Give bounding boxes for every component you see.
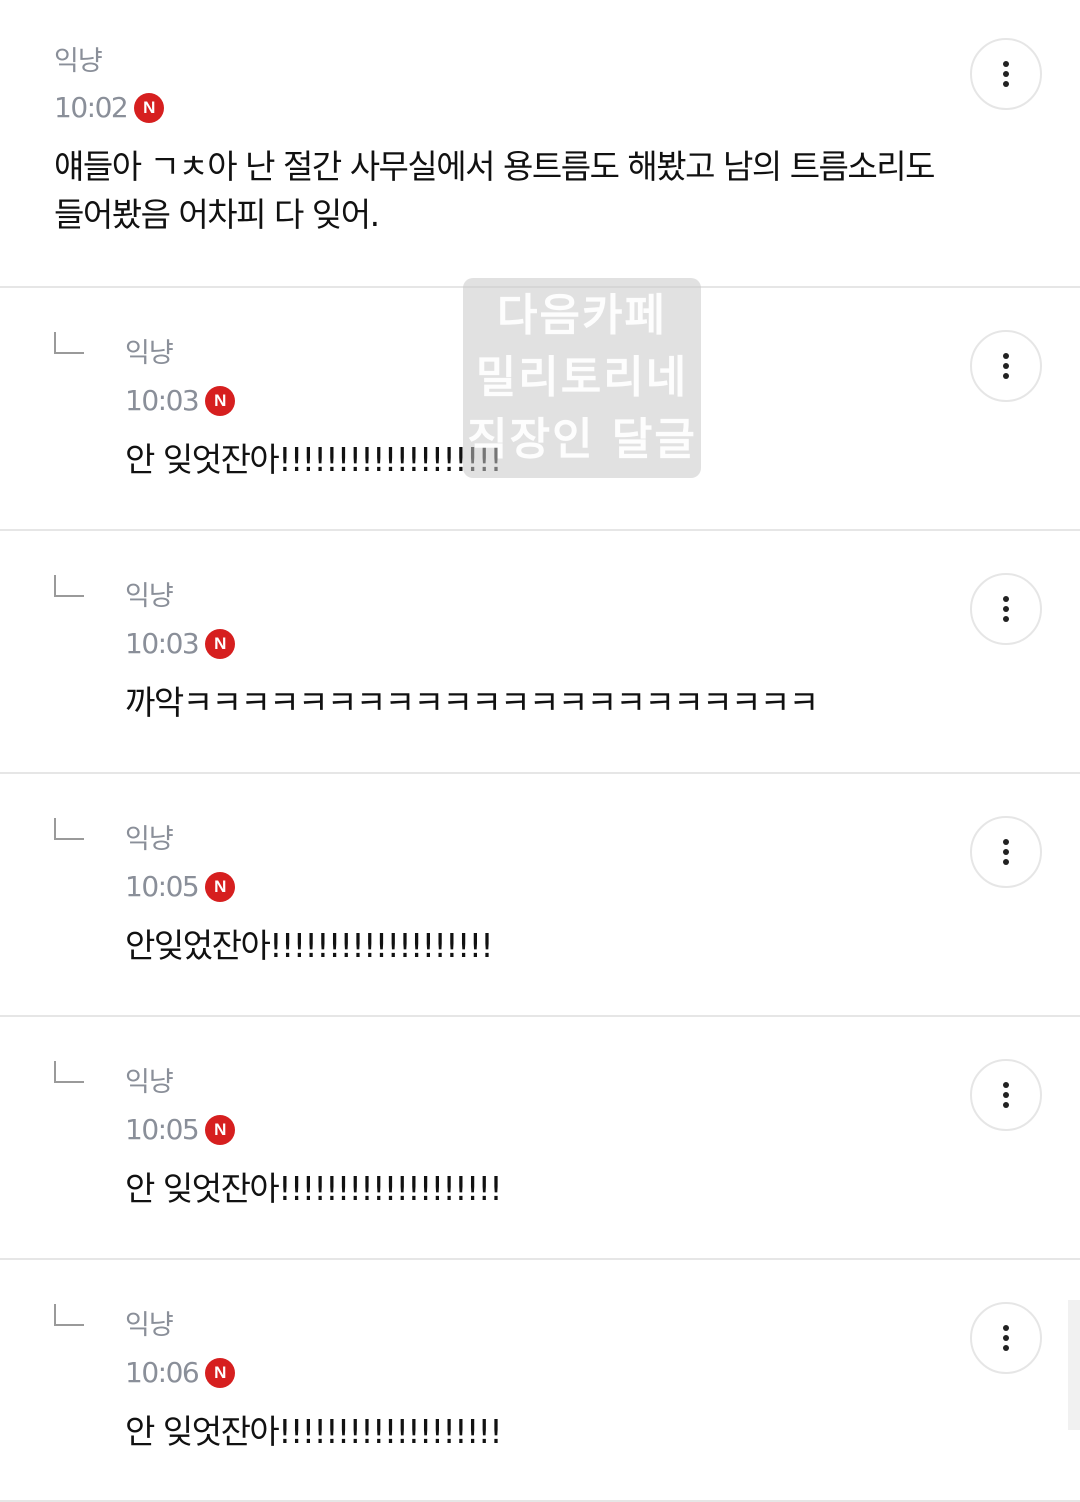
comment-meta: 10:05 N — [125, 869, 236, 905]
comment-meta: 10:06 N — [125, 1355, 236, 1391]
more-options-button[interactable] — [970, 816, 1042, 888]
reply-arrow-icon — [54, 1304, 84, 1326]
reply-arrow-icon — [54, 1061, 84, 1083]
comment-meta: 10:03 N — [125, 626, 236, 662]
scrollbar[interactable] — [1068, 1300, 1080, 1430]
more-options-button[interactable] — [970, 330, 1042, 402]
reply-item: 익냥 10:05 N 안잊었잔아!!!!!!!!!!!!!!!!!!! — [0, 774, 1080, 1017]
more-vertical-icon-dot — [1003, 1345, 1009, 1351]
comment-author[interactable]: 익냥 — [125, 338, 174, 370]
new-badge: N — [205, 1358, 236, 1388]
watermark-line: 다음카페 — [497, 290, 667, 341]
comment-author[interactable]: 익냥 — [125, 824, 174, 856]
new-badge: N — [134, 93, 165, 123]
comment-text: 안 잊엇잔아!!!!!!!!!!!!!!!!!!! — [125, 440, 503, 479]
watermark-line: 밀리토리네 — [475, 352, 689, 403]
comment-time: 10:03 — [125, 627, 200, 660]
comment-text: 까악ㅋㅋㅋㅋㅋㅋㅋㅋㅋㅋㅋㅋㅋㅋㅋㅋㅋㅋㅋㅋㅋㅋ — [125, 683, 819, 722]
comment-item: 익냥 10:02 N 얘들아 ㄱㅊ아 난 절간 사무실에서 용트름도 해봤고 남… — [0, 0, 1080, 288]
comment-time: 10:06 — [125, 1356, 200, 1389]
more-vertical-icon-dot — [1003, 1092, 1009, 1098]
more-vertical-icon — [1003, 61, 1009, 67]
new-badge: N — [205, 1115, 236, 1145]
comment-author[interactable]: 익냥 — [125, 1067, 174, 1099]
more-vertical-icon-dot — [1003, 71, 1009, 77]
more-vertical-icon-dot — [1003, 606, 1009, 612]
comment-text: 안 잊엇잔아!!!!!!!!!!!!!!!!!!! — [125, 1169, 503, 1208]
comment-text: 얘들아 ㄱㅊ아 난 절간 사무실에서 용트름도 해봤고 남의 트름소리도 들어봤… — [54, 147, 936, 234]
comment-meta: 10:03 N — [125, 383, 236, 419]
more-options-button[interactable] — [970, 38, 1042, 110]
more-vertical-icon — [1003, 839, 1009, 845]
reply-arrow-icon — [54, 332, 84, 354]
more-vertical-icon-dot — [1003, 81, 1009, 87]
comment-author[interactable]: 익냥 — [125, 1310, 174, 1342]
more-vertical-icon — [1003, 596, 1009, 602]
comment-time: 10:05 — [125, 1113, 200, 1146]
more-options-button[interactable] — [970, 573, 1042, 645]
more-vertical-icon — [1003, 1082, 1009, 1088]
more-options-button[interactable] — [970, 1302, 1042, 1374]
comment-time: 10:03 — [125, 384, 200, 417]
more-vertical-icon-dot — [1003, 363, 1009, 369]
new-badge: N — [205, 872, 236, 902]
reply-arrow-icon — [54, 818, 84, 840]
comment-text: 안 잊엇잔아!!!!!!!!!!!!!!!!!!! — [125, 1412, 503, 1451]
reply-item: 익냥 10:06 N 안 잊엇잔아!!!!!!!!!!!!!!!!!!! — [0, 1260, 1080, 1502]
new-badge: N — [205, 629, 236, 659]
comment-meta: 10:02 N — [54, 90, 165, 126]
comment-time: 10:02 — [54, 91, 129, 124]
cafe-watermark: 다음카페 밀리토리네 직장인 달글 — [463, 278, 701, 478]
more-vertical-icon-dot — [1003, 859, 1009, 865]
comment-author[interactable]: 익냥 — [54, 46, 103, 78]
reply-item: 익냥 10:03 N 까악ㅋㅋㅋㅋㅋㅋㅋㅋㅋㅋㅋㅋㅋㅋㅋㅋㅋㅋㅋㅋㅋㅋ — [0, 531, 1080, 774]
more-options-button[interactable] — [970, 1059, 1042, 1131]
more-vertical-icon-dot — [1003, 373, 1009, 379]
more-vertical-icon-dot — [1003, 849, 1009, 855]
more-vertical-icon — [1003, 1325, 1009, 1331]
comment-text: 안잊었잔아!!!!!!!!!!!!!!!!!!! — [125, 926, 494, 965]
comment-time: 10:05 — [125, 870, 200, 903]
more-vertical-icon-dot — [1003, 616, 1009, 622]
reply-item: 익냥 10:05 N 안 잊엇잔아!!!!!!!!!!!!!!!!!!! — [0, 1017, 1080, 1260]
more-vertical-icon — [1003, 353, 1009, 359]
watermark-line: 직장인 달글 — [467, 414, 697, 465]
more-vertical-icon-dot — [1003, 1102, 1009, 1108]
reply-arrow-icon — [54, 575, 84, 597]
comment-author[interactable]: 익냥 — [125, 581, 174, 613]
comment-meta: 10:05 N — [125, 1112, 236, 1148]
more-vertical-icon-dot — [1003, 1335, 1009, 1341]
new-badge: N — [205, 386, 236, 416]
